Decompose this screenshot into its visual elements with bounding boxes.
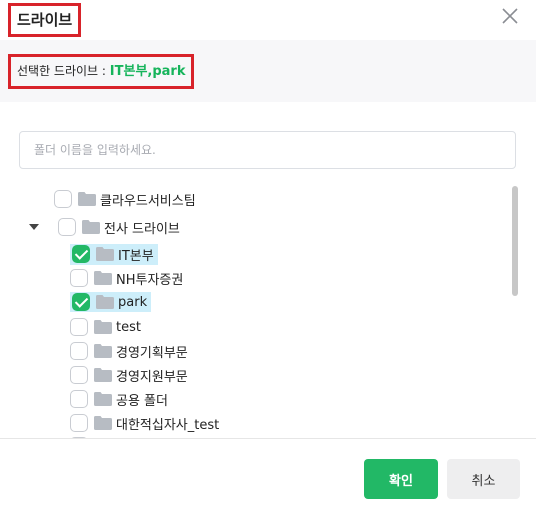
selected-drive-bar: 선택한 드라이브 : IT본부,park	[0, 40, 536, 102]
checkbox[interactable]	[70, 414, 88, 432]
tree-item-cloud-service-team[interactable]: 클라우드서비스팀	[54, 188, 196, 210]
tree-item-label: 전사 드라이브	[104, 221, 180, 237]
tree-item-management-support[interactable]: 경영지원부문	[70, 364, 188, 386]
tree-item-company-drive[interactable]: 전사 드라이브	[58, 216, 180, 238]
tree-item-label: 대한적십자사_test	[116, 417, 220, 433]
checkbox[interactable]	[58, 218, 76, 236]
tree-item-it-division[interactable]: IT본부	[66, 243, 158, 265]
selected-highlight: park	[70, 292, 152, 312]
cancel-button[interactable]: 취소	[447, 459, 520, 499]
close-icon[interactable]	[500, 6, 520, 26]
tree-item-label: 클라우드서비스팀	[100, 193, 196, 209]
tree-item-label: 공용 폴더	[116, 393, 168, 409]
tree-item-label: test	[116, 319, 141, 335]
folder-icon	[94, 368, 112, 382]
tree-item-label: park	[118, 294, 148, 310]
caret-down-icon[interactable]	[29, 224, 39, 230]
folder-icon	[82, 220, 100, 234]
tree-item-label: 경영지원부문	[116, 369, 188, 385]
checkbox-checked[interactable]	[72, 245, 90, 263]
folder-icon	[94, 392, 112, 406]
tree-scrollbar[interactable]	[512, 186, 518, 296]
folder-icon	[94, 271, 112, 285]
selected-highlight: IT본부	[70, 243, 158, 265]
selected-drive-value: IT본부,park	[109, 64, 186, 79]
tree-item-shared-folder[interactable]: 공용 폴더	[70, 388, 168, 410]
folder-icon	[94, 344, 112, 358]
folder-icon	[96, 295, 114, 309]
checkbox[interactable]	[70, 366, 88, 384]
folder-icon	[94, 320, 112, 334]
confirm-button[interactable]: 확인	[364, 459, 438, 499]
tree-item-nh-securities[interactable]: NH투자증권	[70, 267, 183, 289]
folder-tree: 클라우드서비스팀 전사 드라이브 IT본부 NH투자증권 park test 경…	[0, 186, 506, 438]
tree-item-management-planning[interactable]: 경영기획부문	[70, 340, 188, 362]
checkbox[interactable]	[70, 318, 88, 336]
dialog-title: 드라이브	[8, 3, 82, 37]
checkbox[interactable]	[70, 390, 88, 408]
tree-item-label: IT본부	[118, 248, 154, 264]
selected-drive-label: 선택한 드라이브 :	[17, 64, 110, 78]
folder-icon	[78, 192, 96, 206]
tree-item-test[interactable]: test	[70, 316, 141, 338]
tree-item-label: NH투자증권	[116, 272, 184, 288]
drive-select-dialog: 드라이브 선택한 드라이브 : IT본부,park 클라우드서비스팀 전사 드라…	[0, 0, 536, 505]
checkbox[interactable]	[54, 190, 72, 208]
tree-item-label: 경영기획부문	[116, 345, 188, 361]
checkbox[interactable]	[70, 342, 88, 360]
tree-item-park[interactable]: park	[66, 291, 152, 313]
tree-item-red-cross-test[interactable]: 대한적십자사_test	[70, 412, 219, 434]
folder-search-input[interactable]	[19, 131, 516, 169]
selected-drive-summary: 선택한 드라이브 : IT본부,park	[8, 54, 195, 89]
checkbox[interactable]	[70, 269, 88, 287]
checkbox-checked[interactable]	[72, 293, 90, 311]
folder-icon	[94, 416, 112, 430]
dialog-header: 드라이브	[0, 0, 536, 40]
folder-icon	[96, 247, 114, 261]
dialog-footer: 확인 취소	[0, 438, 536, 505]
